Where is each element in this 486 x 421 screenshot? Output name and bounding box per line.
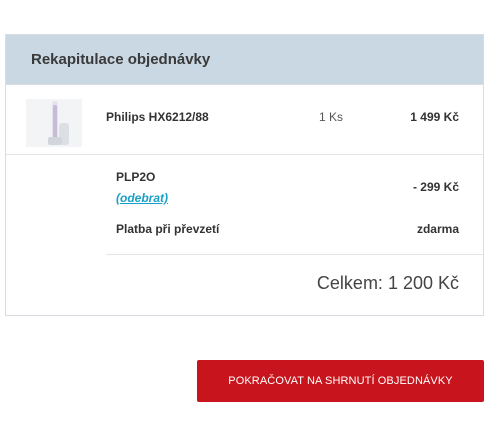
discount-value: - 299 Kč	[412, 180, 459, 194]
summary-title: Rekapitulace objednávky	[31, 51, 211, 68]
total-row: Celkem: 1 200 Kč	[6, 255, 483, 313]
payment-method-price: zdarma	[416, 222, 459, 236]
product-name[interactable]: Philips HX6212/88	[106, 110, 209, 124]
summary-header: Rekapitulace objednávky	[6, 35, 483, 85]
coupon-code: PLP2O	[116, 170, 156, 184]
toothbrush-icon	[26, 99, 82, 147]
payment-method-label: Platba při převzetí	[116, 222, 220, 236]
discount-section: PLP2O (odebrat) - 299 Kč Platba při přev…	[106, 155, 483, 255]
product-price: 1 499 Kč	[410, 110, 459, 124]
product-image	[26, 99, 82, 147]
order-summary-panel: Rekapitulace objednávky Philips HX6212/8…	[5, 34, 484, 316]
continue-to-summary-button[interactable]: POKRAČOVAT NA SHRNUTÍ OBJEDNÁVKY	[197, 360, 484, 402]
order-total: Celkem: 1 200 Kč	[316, 273, 459, 293]
remove-coupon-link[interactable]: (odebrat)	[116, 191, 168, 205]
product-quantity: 1 Ks	[319, 110, 344, 124]
product-row: Philips HX6212/88 1 Ks 1 499 Kč	[6, 85, 483, 155]
